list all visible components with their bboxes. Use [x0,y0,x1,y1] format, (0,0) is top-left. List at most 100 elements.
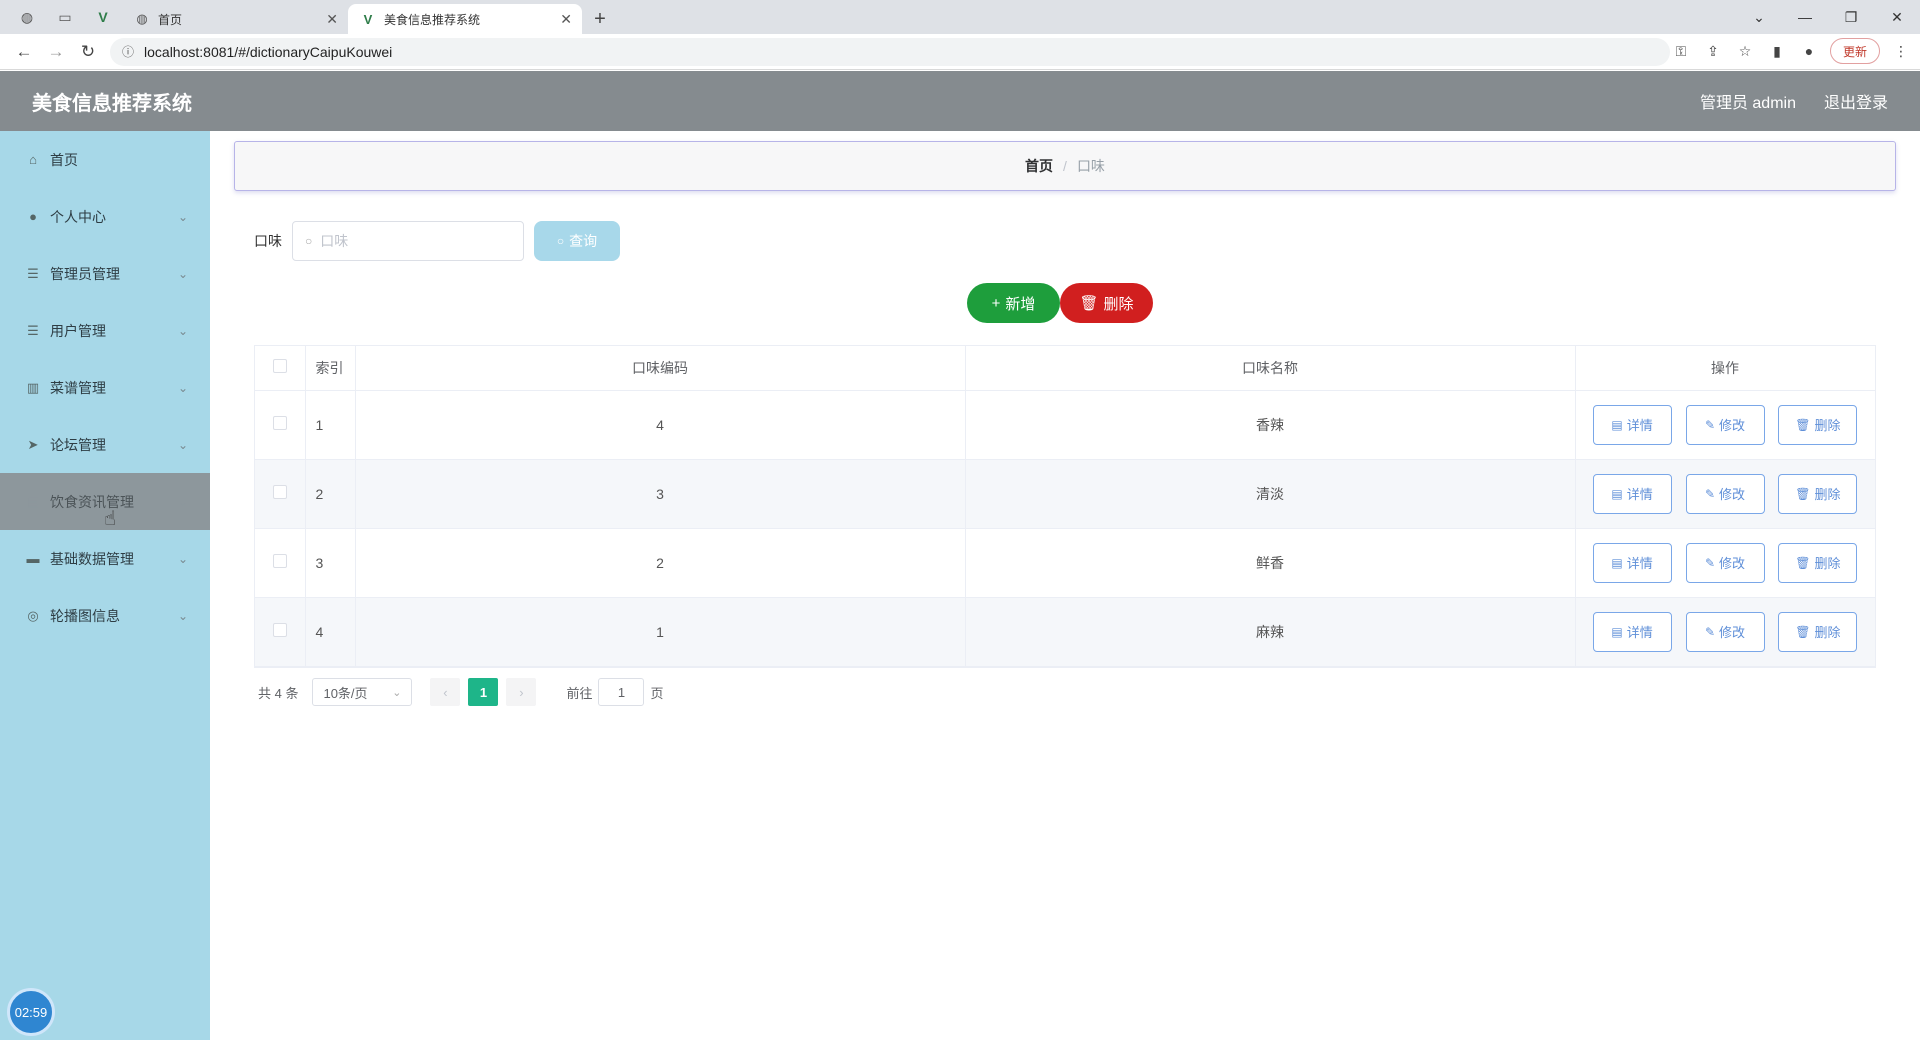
doc-icon: ▤ [26,493,40,509]
vue-icon: V [98,9,108,25]
restore-icon[interactable]: ❐ [1828,9,1874,26]
reload-icon[interactable]: ↻ [72,42,104,62]
address-bar[interactable]: ⓘ localhost:8081/#/dictionaryCaipuKouwei [110,37,1670,66]
detail-button[interactable]: ▤ 详情 [1592,473,1672,514]
query-button[interactable]: ○ 查询 [534,221,620,261]
search-label: 口味 [254,233,282,249]
forward-icon[interactable]: → [40,42,72,62]
cell-ops: ▤ 详情 ✎ 修改 🗑 删除 [1575,390,1876,460]
add-button[interactable]: + 新增 [967,283,1060,323]
search-input-wrapper[interactable]: ○ [292,221,524,261]
detail-label: 详情 [1626,625,1653,640]
logout-link[interactable]: 退出登录 [1824,89,1888,113]
detail-button[interactable]: ▤ 详情 [1592,611,1672,652]
row-checkbox[interactable] [272,554,287,568]
breadcrumb: 首页 / 口味 [234,141,1896,191]
table-row: 1 4 香辣 ▤ 详情 ✎ 修改 🗑 删除 [255,390,1876,460]
table-row: 4 1 麻辣 ▤ 详情 ✎ 修改 🗑 删除 [255,597,1876,667]
pinned-tab-globe[interactable]: ◍ [8,0,46,34]
menu-kebab-icon[interactable]: ⋮ [1890,43,1912,60]
edit-button[interactable]: ✎ 修改 [1685,404,1765,445]
sidebar-item-recipes[interactable]: ▥ 菜谱管理 ⌄ [0,359,210,416]
row-checkbox[interactable] [272,623,287,637]
pinned-tab-vue[interactable]: V [84,0,122,34]
delete-button[interactable]: 🗑 删除 [1778,404,1858,445]
cell-ops: ▤ 详情 ✎ 修改 🗑 删除 [1575,528,1876,598]
delete-button[interactable]: 🗑 删除 [1778,611,1858,652]
delete-label: 删除 [1814,487,1841,502]
tab-title: 美食信息推荐系统 [384,12,481,27]
row-checkbox[interactable] [272,485,287,499]
detail-button[interactable]: ▤ 详情 [1592,542,1672,583]
edit-button[interactable]: ✎ 修改 [1685,473,1765,514]
table-row: 2 3 清淡 ▤ 详情 ✎ 修改 🗑 删除 [255,459,1876,529]
close-icon[interactable]: ✕ [326,11,338,28]
cell-code: 1 [355,597,966,667]
clock-widget[interactable]: 02:59 [7,988,55,1036]
delete-button[interactable]: 🗑 删除 [1778,473,1858,514]
browser-tab-app[interactable]: V 美食信息推荐系统 ✕ [348,4,582,34]
pinned-tab-blank[interactable]: ▭ [46,0,84,34]
sidebar-item-label: 论坛管理 [50,436,106,453]
detail-label: 详情 [1626,487,1653,502]
breadcrumb-separator: / [1063,158,1067,174]
back-icon[interactable]: ← [8,42,40,62]
vue-icon: V [363,11,373,27]
goto-prefix: 前往 [566,685,593,701]
delete-button[interactable]: 🗑 删除 [1778,542,1858,583]
close-window-icon[interactable]: ✕ [1874,9,1920,26]
profile-icon[interactable]: ● [1798,43,1820,59]
edit-button[interactable]: ✎ 修改 [1685,542,1765,583]
sidebar-item-carousel[interactable]: ◎ 轮播图信息 ⌄ [0,587,210,644]
chevron-down-icon: ⌄ [177,323,188,338]
row-checkbox-cell [255,390,306,460]
page-size-value: 10条/页 [323,685,368,701]
pagination: 共 4 条 10条/页 ⌄ ‹ 1 › 前往 1 页 [258,678,664,706]
row-checkbox-cell [255,459,306,529]
close-icon[interactable]: ✕ [560,11,572,28]
sidepanel-icon[interactable]: ▮ [1766,43,1788,60]
sidebar-item-label: 用户管理 [50,322,106,339]
star-icon[interactable]: ☆ [1734,43,1756,60]
prev-page-button[interactable]: ‹ [430,678,461,706]
sidebar-item-forum[interactable]: ➤ 论坛管理 ⌄ [0,416,210,473]
sidebar-item-admins[interactable]: ☰ 管理员管理 ⌄ [0,245,210,302]
search-input[interactable] [318,232,509,250]
trash-icon: 🗑 [1795,417,1811,432]
cell-ops: ▤ 详情 ✎ 修改 🗑 删除 [1575,597,1876,667]
sidebar-item-users[interactable]: ☰ 用户管理 ⌄ [0,302,210,359]
sidebar-item-base-data[interactable]: ▬ 基础数据管理 ⌄ [0,530,210,587]
row-checkbox[interactable] [272,416,287,430]
chevron-down-icon: ⌄ [177,266,188,281]
sidebar-item-label: 菜谱管理 [50,379,106,396]
info-icon[interactable]: ⓘ [122,43,134,60]
tab-search-icon[interactable]: ⌄ [1736,9,1782,26]
cell-code: 2 [355,528,966,598]
compass-icon: ◎ [27,607,39,623]
select-all-checkbox[interactable] [272,359,287,374]
edit-button[interactable]: ✎ 修改 [1685,611,1765,652]
detail-label: 详情 [1626,556,1653,571]
breadcrumb-home[interactable]: 首页 [1025,156,1053,176]
next-page-button[interactable]: › [506,678,537,706]
browser-tab-home[interactable]: ◍ 首页 ✕ [122,4,348,34]
detail-button[interactable]: ▤ 详情 [1592,404,1672,445]
row-checkbox-cell [255,597,306,667]
add-button-label: 新增 [1005,295,1036,313]
browser-tabbar: ◍ ▭ V ◍ 首页 ✕ V 美食信息推荐系统 ✕ + ⌄ — ❐ ✕ [0,0,1920,34]
share-icon[interactable]: ⇪ [1702,43,1724,60]
sidebar-item-home[interactable]: ⌂ 首页 [0,131,210,188]
page-icon: ▭ [58,8,72,25]
goto-page-input[interactable]: 1 [598,678,645,706]
sidebar-item-label: 轮播图信息 [50,607,120,624]
delete-label: 删除 [1814,556,1841,571]
new-tab-button[interactable]: + [582,4,618,34]
update-button[interactable]: 更新 [1829,38,1880,64]
browser-toolbar: ← → ↻ ⓘ localhost:8081/#/dictionaryCaipu… [0,34,1920,70]
minimize-icon[interactable]: — [1782,9,1828,25]
sidebar-item-profile[interactable]: ● 个人中心 ⌄ [0,188,210,245]
page-number-current[interactable]: 1 [468,678,499,706]
key-icon[interactable]: ⚿ [1670,43,1692,60]
batch-delete-button[interactable]: 🗑 删除 [1060,283,1153,323]
page-size-select[interactable]: 10条/页 ⌄ [312,678,413,706]
